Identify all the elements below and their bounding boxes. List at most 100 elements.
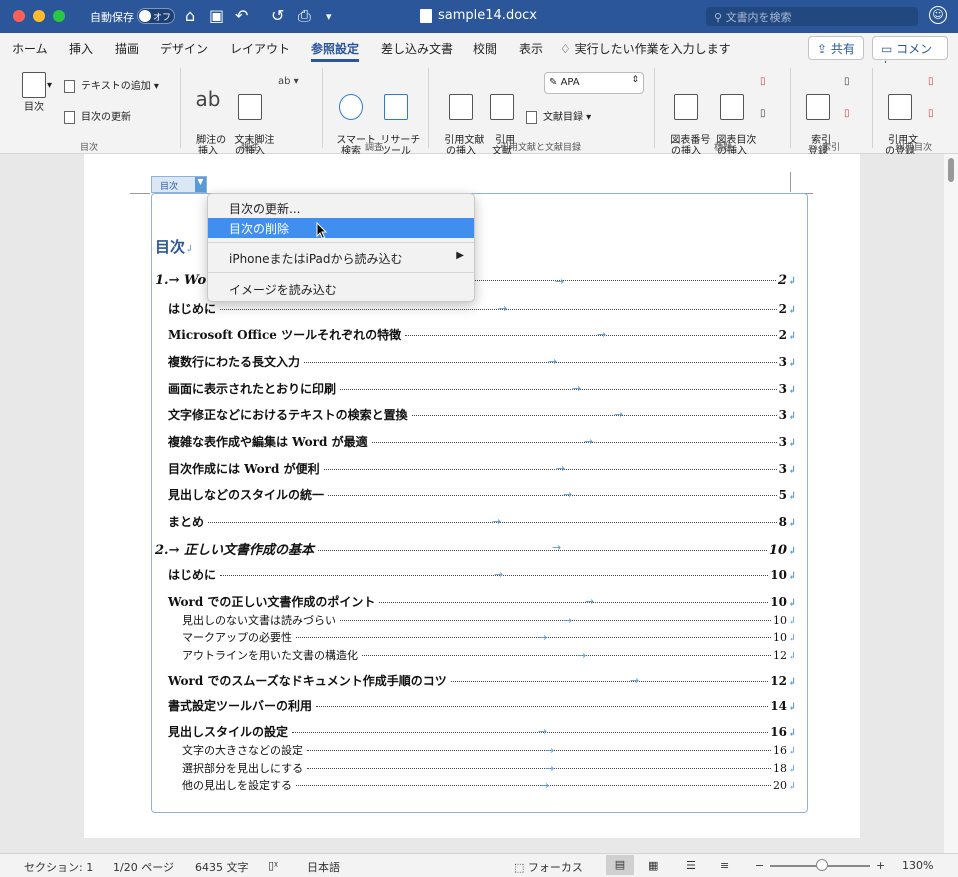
citation-style-select[interactable]: ✎ APA ⇕ — [544, 72, 644, 94]
word-count[interactable]: 6435 文字 — [195, 859, 249, 875]
paragraph-mark-icon: ↲ — [788, 276, 797, 287]
toc-entry[interactable]: 2.→ 正しい文書作成の基本 10 ↲ — [155, 539, 796, 559]
insert-footnote-button[interactable]: ab 脚注の 挿入 — [188, 72, 228, 157]
proofing-icon[interactable]: ▯ᵡ — [268, 859, 278, 872]
tab-view[interactable]: 表示 — [519, 40, 543, 57]
update-table-icon[interactable]: ▯ — [760, 76, 766, 87]
tab-insert[interactable]: 挿入 — [69, 40, 93, 57]
toc-entry[interactable]: Word での正しい文書作成のポイント 10 ↲ — [168, 593, 796, 613]
toc-entry[interactable]: 複雑な表作成や編集は Word が最適 3 ↲ — [168, 433, 796, 453]
print-icon[interactable]: ⎙ — [298, 6, 311, 26]
next-footnote-icon[interactable]: ab ▾ — [278, 76, 299, 87]
focus-mode-button[interactable]: ⬚ フォーカス — [514, 859, 583, 875]
update-toc-button[interactable]: 目次の更新 — [64, 108, 131, 124]
toc-entry[interactable]: 書式設定ツールバーの利用 14 ↲ — [168, 697, 796, 717]
menu-item-import-from-iphone[interactable]: iPhoneまたはiPadから読み込む ▶ — [208, 248, 474, 268]
toc-entry[interactable]: Microsoft Office ツールそれぞれの特徴 2 ↲ — [168, 326, 796, 346]
insert-caption-button[interactable]: 図表番号 の挿入 — [664, 72, 710, 157]
add-text-button[interactable]: テキストの追加 ▾ — [64, 77, 159, 93]
tab-mark-icon: → — [492, 515, 502, 528]
draft-view-icon[interactable]: ≡ — [720, 859, 729, 872]
toc-content-control-tag[interactable]: 目次 ▼ — [151, 176, 207, 193]
update-authorities-icon[interactable]: ▯ — [928, 108, 934, 119]
minimize-window-button[interactable] — [33, 10, 45, 22]
lightbulb-icon: ♢ — [560, 42, 575, 56]
page-indicator[interactable]: 1/20 ページ — [113, 859, 174, 875]
feedback-icon[interactable]: ☺ — [929, 6, 947, 24]
toc-page-number: 3 — [778, 462, 787, 476]
tab-mailings[interactable]: 差し込み文書 — [381, 40, 453, 57]
section-indicator[interactable]: セクション: 1 — [24, 859, 93, 875]
save-icon[interactable]: ▣ — [209, 6, 224, 25]
share-icon: ⇪ — [817, 42, 831, 56]
toc-entry-text: マークアップの必要性 — [182, 631, 292, 644]
language-indicator[interactable]: 日本語 — [307, 859, 340, 875]
tab-references[interactable]: 参照設定 — [311, 40, 360, 62]
toc-leader-dots — [296, 785, 771, 786]
search-input[interactable]: ⚲ 文書内を検索 — [706, 7, 918, 26]
menu-item-import-image[interactable]: イメージを読み込む — [208, 279, 474, 299]
insert-authorities-icon[interactable]: ▯ — [928, 76, 934, 87]
vertical-scrollbar[interactable] — [944, 154, 958, 853]
toc-entry[interactable]: 見出しスタイルの設定 16 ↲ — [168, 723, 796, 743]
tell-me-box[interactable]: ♢ 実行したい作業を入力します — [560, 40, 731, 57]
toc-entry[interactable]: アウトラインを用いた文書の構造化 12 ↲ — [182, 647, 796, 667]
update-index-icon[interactable]: ▯ — [844, 108, 850, 119]
toc-dropdown-arrow-icon[interactable]: ▼ — [195, 177, 206, 192]
group-label-footnotes: 脚注 — [241, 143, 260, 153]
chevron-down-icon[interactable]: ▾ — [47, 80, 52, 91]
undo-icon[interactable]: ↶ — [235, 6, 248, 25]
tab-review[interactable]: 校閲 — [473, 40, 497, 57]
toc-entry[interactable]: はじめに 2 ↲ — [168, 300, 796, 320]
menu-item-update-toc[interactable]: 目次の更新... — [208, 198, 474, 218]
toc-entry-text: 文字修正などにおけるテキストの検索と置換 — [168, 408, 408, 422]
toc-leader-dots — [316, 706, 769, 707]
tab-mark-icon: → — [563, 614, 573, 627]
outline-view-icon[interactable]: ☰ — [686, 859, 696, 872]
print-layout-view-icon[interactable]: ▤ — [606, 855, 634, 875]
bibliography-button[interactable]: 文献目録 ▾ — [526, 108, 591, 124]
researcher-icon — [384, 94, 408, 120]
zoom-slider-knob[interactable] — [816, 859, 828, 871]
toc-entry[interactable]: マークアップの必要性 10 ↲ — [182, 629, 796, 649]
cross-reference-icon[interactable]: ▯ — [760, 108, 766, 119]
toc-entry-text: 書式設定ツールバーの利用 — [168, 699, 313, 713]
autosave-toggle[interactable]: オフ — [137, 8, 175, 24]
scrollbar-thumb[interactable] — [948, 158, 954, 182]
toc-entry[interactable]: 画面に表示されたとおりに印刷 3 ↲ — [168, 380, 796, 400]
toc-entry[interactable]: 他の見出しを設定する 20 ↲ — [182, 777, 796, 797]
toc-entry[interactable]: 文字修正などにおけるテキストの検索と置換 3 ↲ — [168, 406, 796, 426]
toc-button[interactable]: 目次 — [14, 72, 54, 113]
toc-entry[interactable]: はじめに 10 ↲ — [168, 566, 796, 586]
bibliography-label: 文献目録 — [543, 112, 583, 123]
redo-icon[interactable]: ↺ — [271, 6, 284, 25]
web-layout-view-icon[interactable]: ▦ — [648, 859, 658, 872]
insert-index-icon[interactable]: ▯ — [844, 76, 850, 87]
tab-draw[interactable]: 描画 — [115, 40, 139, 57]
customize-toolbar-icon[interactable]: ▾ — [326, 10, 332, 23]
close-window-button[interactable] — [13, 10, 25, 22]
toc-entry[interactable]: 複数行にわたる長文入力 3 ↲ — [168, 353, 796, 373]
toc-entry[interactable]: Word でのスムーズなドキュメント作成手順のコツ 12 ↲ — [168, 672, 796, 692]
tab-design[interactable]: デザイン — [160, 40, 208, 57]
paragraph-mark-icon: ↲ — [788, 465, 797, 476]
comments-button[interactable]: ▭ コメント — [872, 36, 948, 73]
menu-item-remove-toc[interactable]: 目次の削除 — [208, 218, 474, 238]
home-icon[interactable]: ⌂ — [185, 6, 195, 25]
zoom-level[interactable]: 130% — [902, 859, 933, 872]
toc-entry[interactable]: まとめ 8 ↲ — [168, 513, 796, 533]
toc-page-number: 3 — [778, 382, 787, 396]
toc-entry[interactable]: 目次作成には Word が便利 3 ↲ — [168, 460, 796, 480]
zoom-in-icon[interactable]: + — [876, 859, 885, 872]
paragraph-mark-icon: ↲ — [788, 633, 797, 644]
zoom-out-icon[interactable]: − — [755, 859, 764, 872]
insert-citation-button[interactable]: 引用文献 の挿入 — [438, 72, 484, 157]
share-button[interactable]: ⇪ 共有 — [808, 36, 864, 60]
tab-home[interactable]: ホーム — [12, 40, 48, 57]
tab-layout[interactable]: レイアウト — [230, 40, 290, 57]
toc-entry[interactable]: 見出しなどのスタイルの統一 5 ↲ — [168, 486, 796, 506]
toc-page-number: 10 — [773, 631, 787, 644]
focus-icon: ⬚ — [514, 861, 528, 874]
zoom-window-button[interactable] — [53, 10, 65, 22]
toc-entry[interactable]: 文字の大きさなどの設定 16 ↲ — [182, 742, 796, 762]
